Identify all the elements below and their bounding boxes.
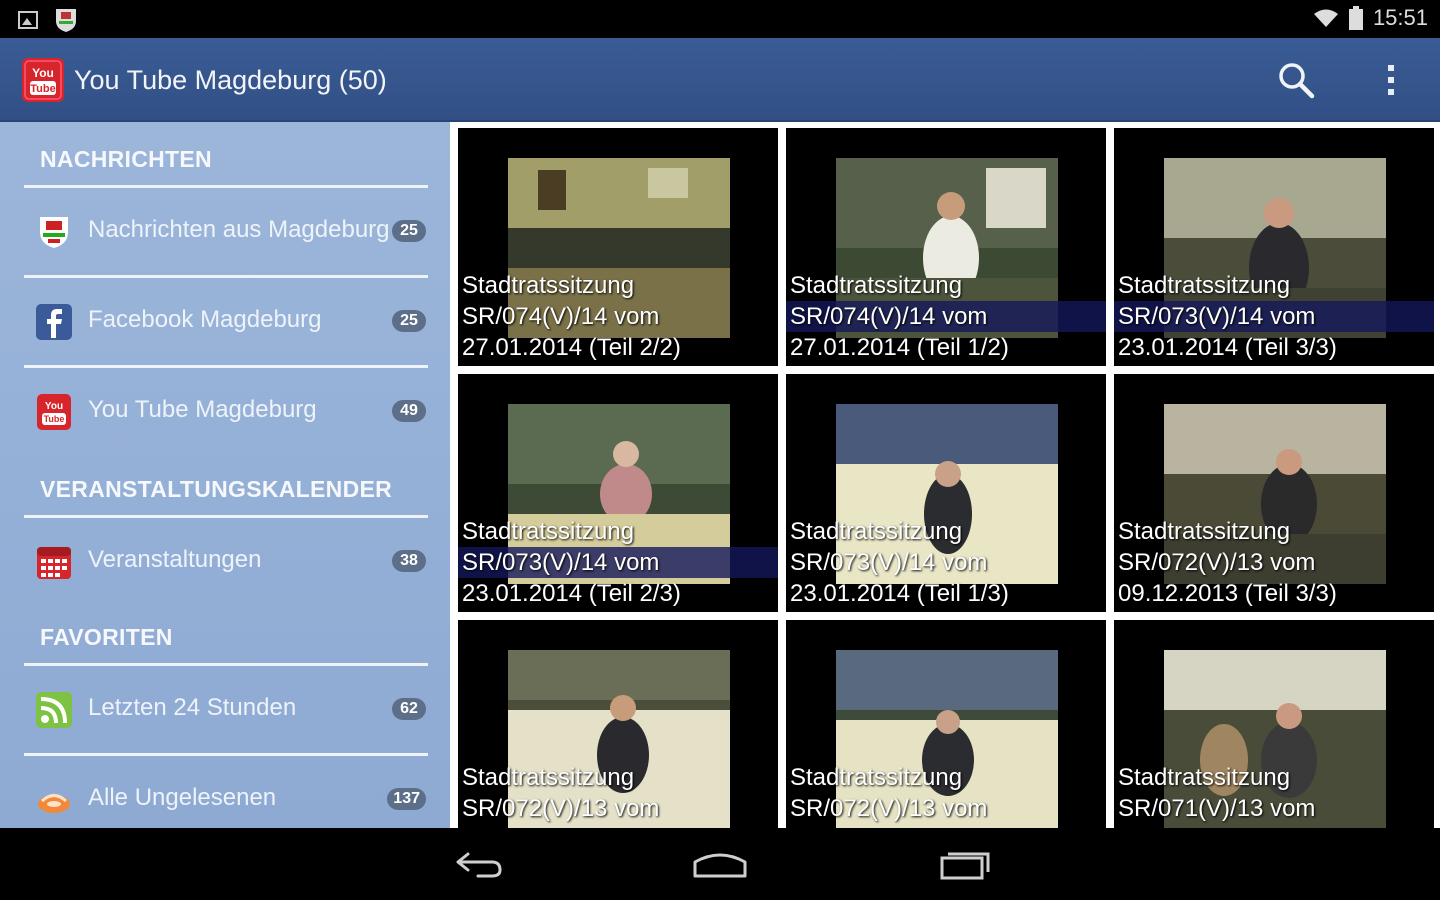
svg-text:Tube: Tube: [30, 83, 55, 95]
video-title: Stadtratssitzung SR/072(V)/13 vom: [462, 764, 660, 822]
video-title: Stadtratssitzung SR/072(V)/13 vom: [790, 764, 988, 822]
youtube-icon: You Tube: [37, 394, 71, 430]
video-title: Stadtratssitzung SR/074(V)/14 vom 27.01.…: [786, 270, 1106, 363]
calendar-icon: [37, 547, 71, 579]
overflow-menu-icon[interactable]: [1376, 60, 1406, 100]
drawer-item-label: Letzten 24 Stunden: [88, 694, 297, 721]
recents-icon[interactable]: [934, 846, 994, 882]
count-badge: 25: [392, 310, 426, 332]
drawer-item-nachrichten[interactable]: Nachrichten aus Magdeburg 25: [24, 188, 428, 278]
drawer-item-alle-ungelesenen[interactable]: Alle Ungelesenen 137: [24, 756, 428, 828]
drawer-item-label: Veranstaltungen: [88, 546, 262, 573]
video-tile[interactable]: Stadtratssitzung SR/073(V)/14 vom 23.01.…: [1114, 128, 1434, 366]
drawer-item-label: Nachrichten aus Magdeburg: [88, 216, 390, 243]
video-tile[interactable]: Stadtratssitzung SR/072(V)/13 vom: [786, 620, 1106, 828]
video-title: Stadtratssitzung SR/073(V)/14 vom 23.01.…: [458, 516, 778, 609]
drawer-item-letzten-24-stunden[interactable]: Letzten 24 Stunden 62: [24, 666, 428, 756]
gallery-icon: [18, 11, 38, 29]
drawer-item-label: Facebook Magdeburg: [88, 306, 322, 333]
page-title: You Tube Magdeburg (50): [74, 65, 387, 95]
svg-text:Tube: Tube: [44, 414, 65, 424]
system-navigation-bar: [0, 828, 1440, 900]
coat-of-arms-icon: [56, 9, 76, 32]
count-badge: 137: [387, 788, 426, 810]
drawer-item-label: Alle Ungelesenen: [88, 784, 277, 811]
video-tile[interactable]: Stadtratssitzung SR/073(V)/14 vom 23.01.…: [458, 374, 778, 612]
action-bar: You Tube You Tube Magdeburg (50): [0, 38, 1440, 122]
video-title: Stadtratssitzung SR/072(V)/13 vom 09.12.…: [1118, 518, 1337, 607]
video-title: Stadtratssitzung SR/073(V)/14 vom 23.01.…: [790, 518, 1009, 607]
video-tile[interactable]: Stadtratssitzung SR/073(V)/14 vom 23.01.…: [786, 374, 1106, 612]
back-icon[interactable]: [448, 846, 508, 882]
video-title: Stadtratssitzung SR/074(V)/14 vom 27.01.…: [462, 272, 681, 361]
unread-icon: [38, 794, 70, 813]
battery-icon: [1348, 6, 1363, 30]
video-tile[interactable]: Stadtratssitzung SR/072(V)/13 vom: [458, 620, 778, 828]
section-header-veranstaltungskalender: VERANSTALTUNGSKALENDER: [24, 452, 428, 518]
clock: 15:51: [1372, 5, 1428, 30]
count-badge: 38: [392, 550, 426, 572]
home-icon[interactable]: [690, 846, 750, 882]
coat-of-arms-icon: [40, 217, 68, 248]
svg-text:You: You: [45, 401, 63, 412]
facebook-icon: [36, 304, 72, 340]
video-tile[interactable]: Stadtratssitzung SR/074(V)/14 vom 27.01.…: [786, 128, 1106, 366]
drawer-item-facebook[interactable]: Facebook Magdeburg 25: [24, 278, 428, 368]
section-header-favoriten: FAVORITEN: [24, 600, 428, 666]
video-tile[interactable]: Stadtratssitzung SR/071(V)/13 vom: [1114, 620, 1434, 828]
wifi-icon: [1313, 9, 1338, 27]
drawer-item-veranstaltungen[interactable]: Veranstaltungen 38: [24, 518, 428, 608]
video-tile[interactable]: Stadtratssitzung SR/074(V)/14 vom 27.01.…: [458, 128, 778, 366]
count-badge: 49: [392, 400, 426, 422]
svg-text:You: You: [32, 66, 54, 80]
count-badge: 25: [392, 220, 426, 242]
video-title: Stadtratssitzung SR/073(V)/14 vom 23.01.…: [1114, 270, 1434, 363]
status-bar: 15:51: [0, 0, 1440, 38]
video-title: Stadtratssitzung SR/071(V)/13 vom: [1118, 764, 1316, 822]
count-badge: 62: [392, 698, 426, 720]
rss-icon: [36, 692, 72, 728]
drawer-item-youtube[interactable]: You Tube You Tube Magdeburg 49: [24, 368, 428, 458]
video-grid: Stadtratssitzung SR/074(V)/14 vom 27.01.…: [450, 122, 1440, 828]
search-icon[interactable]: [1276, 60, 1316, 100]
drawer-item-label: You Tube Magdeburg: [88, 396, 317, 423]
youtube-icon[interactable]: You Tube: [22, 58, 64, 102]
navigation-drawer: NACHRICHTEN Nachrichten aus Magdeburg 25…: [0, 122, 450, 828]
section-header-nachrichten: NACHRICHTEN: [24, 122, 428, 188]
video-tile[interactable]: Stadtratssitzung SR/072(V)/13 vom 09.12.…: [1114, 374, 1434, 612]
